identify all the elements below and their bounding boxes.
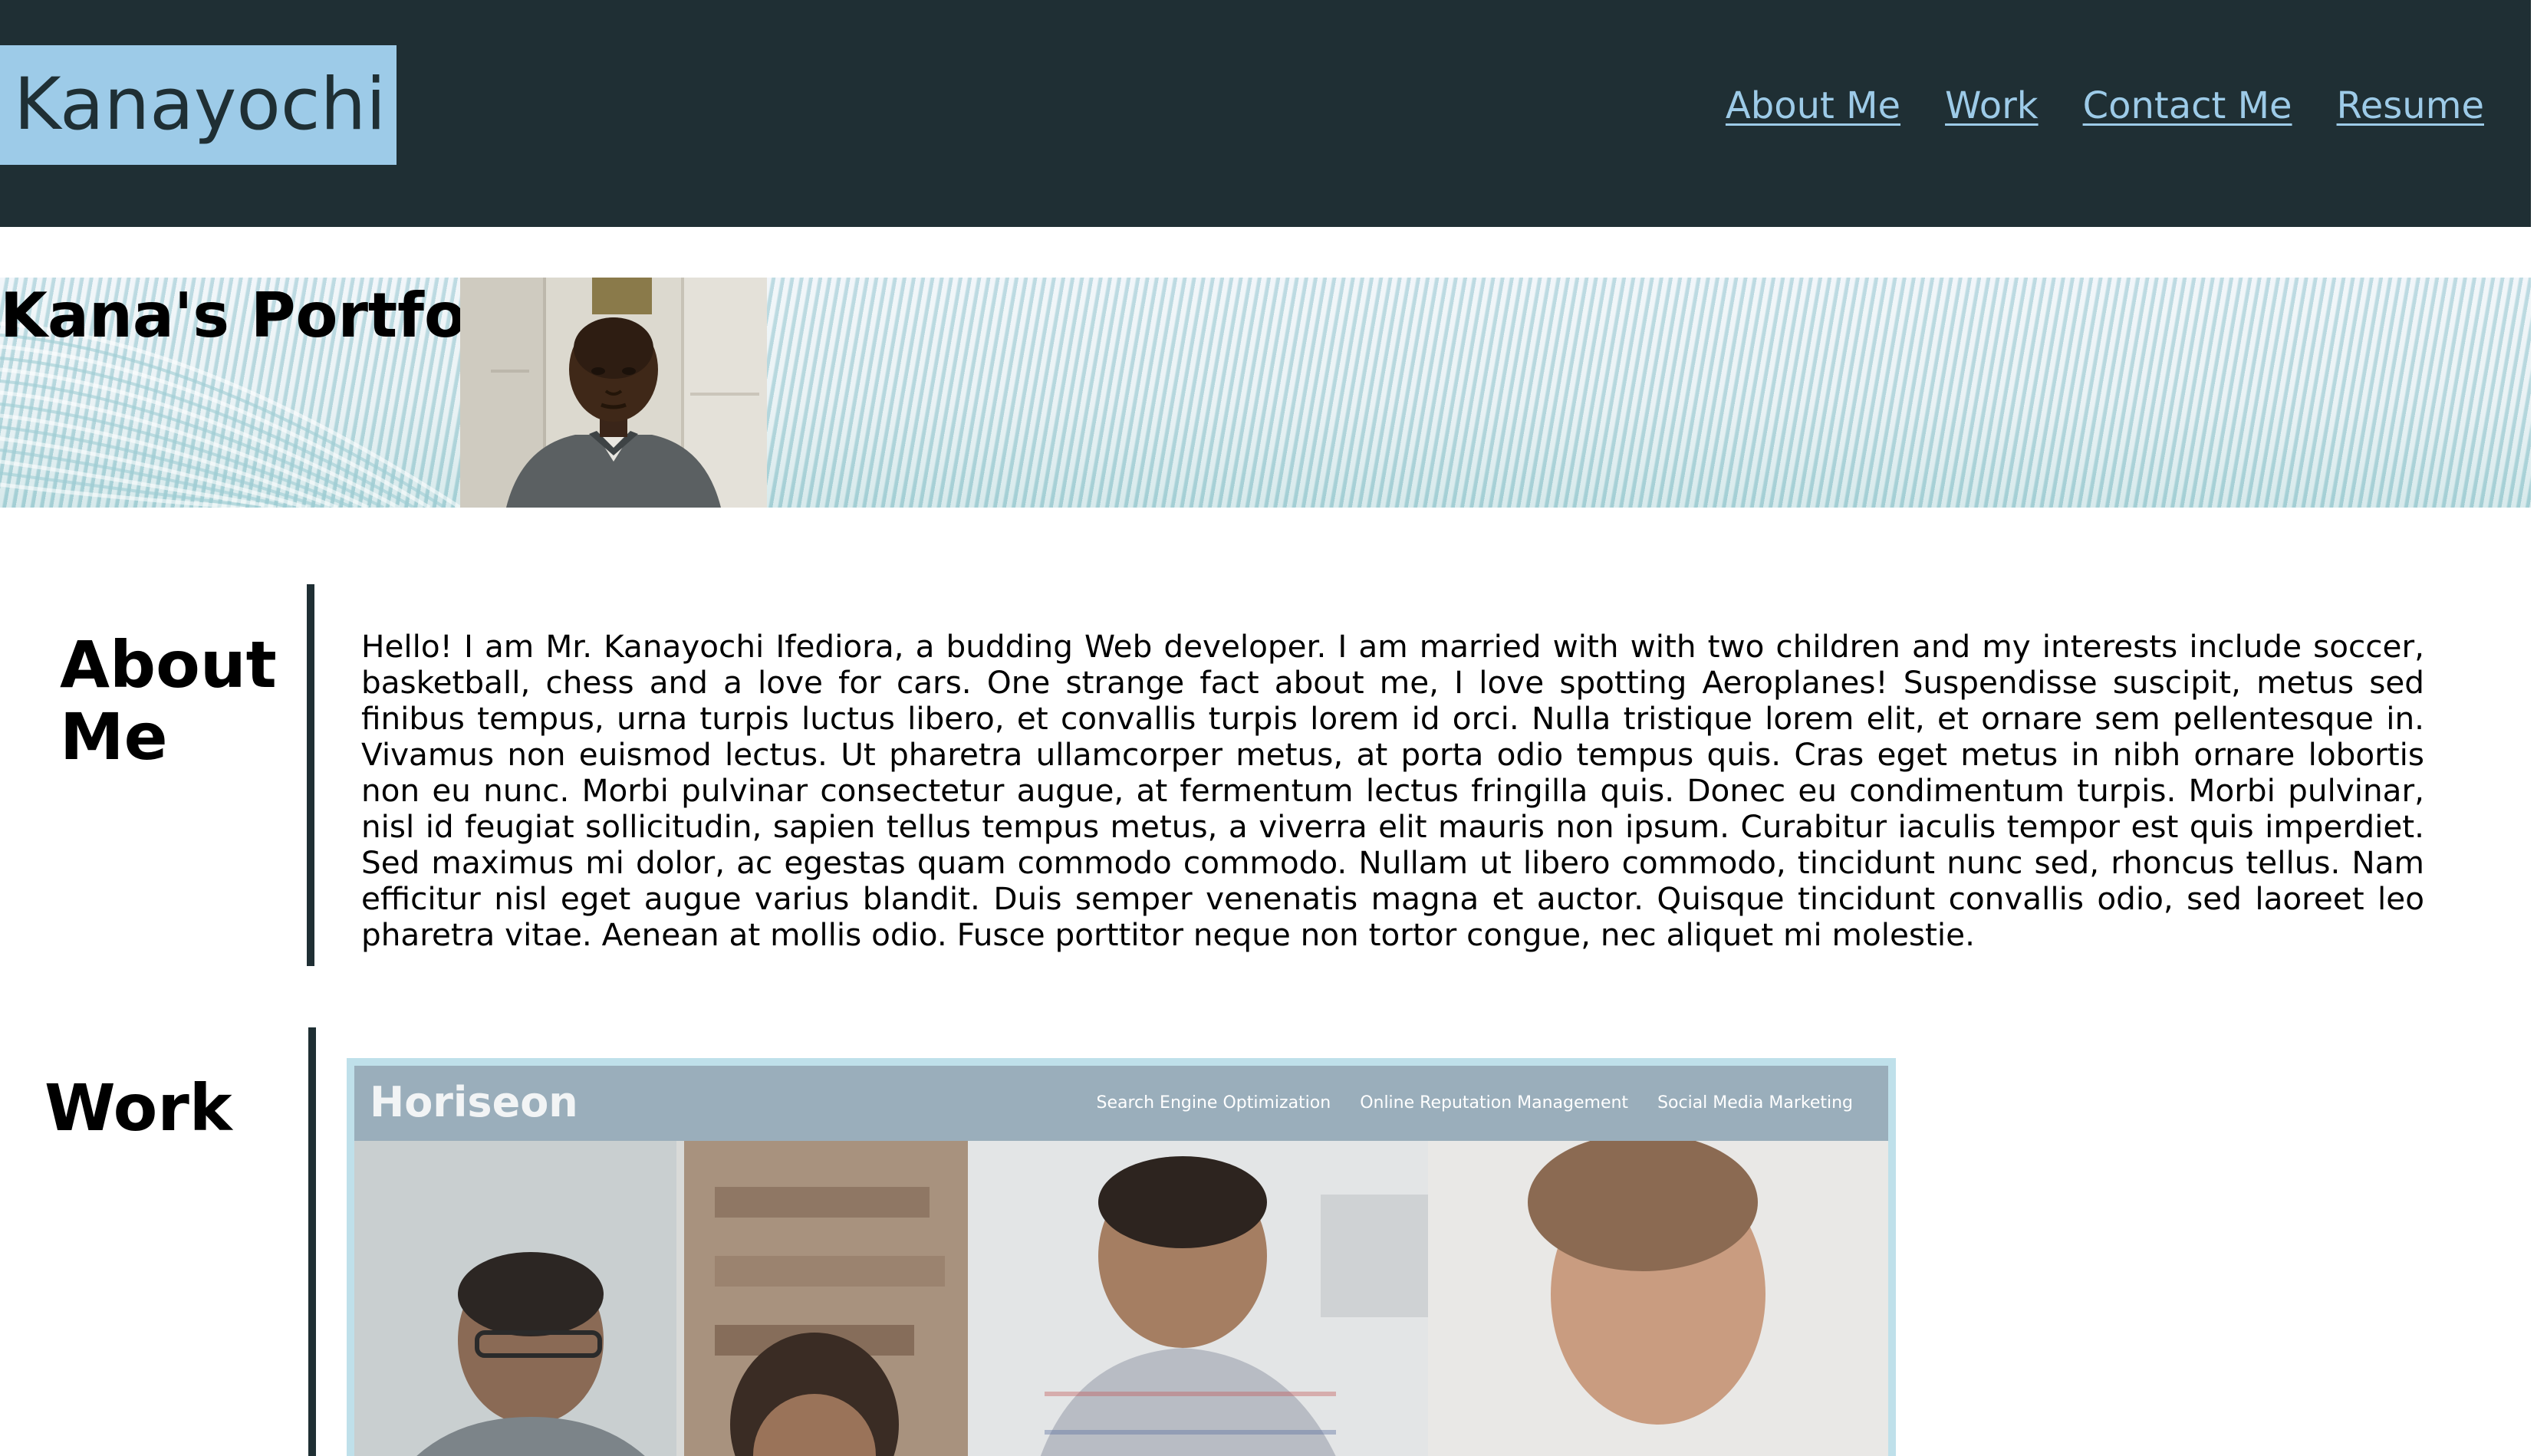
- project-nav: Search Engine Optimization Online Reputa…: [1096, 1093, 1853, 1113]
- project-header: Horiseon Search Engine Optimization Onli…: [354, 1066, 1888, 1141]
- site-logo[interactable]: Kanayochi: [0, 45, 397, 165]
- project-nav-item-social: Social Media Marketing: [1657, 1093, 1853, 1113]
- project-card[interactable]: Horiseon Search Engine Optimization Onli…: [347, 1058, 1896, 1456]
- site-header: Kanayochi About Me Work Contact Me Resum…: [0, 0, 2531, 227]
- main-nav: About Me Work Contact Me Resume: [1726, 84, 2484, 127]
- nav-link-about-me[interactable]: About Me: [1726, 84, 1900, 127]
- nav-link-work[interactable]: Work: [1945, 84, 2039, 127]
- project-brand: Horiseon: [370, 1078, 578, 1126]
- page: Kanayochi About Me Work Contact Me Resum…: [0, 0, 2547, 1456]
- hero-banner: Kana's Portfolio: [0, 278, 2531, 508]
- project-screenshot[interactable]: Horiseon Search Engine Optimization Onli…: [354, 1066, 1888, 1456]
- work-heading: Work: [44, 1070, 232, 1145]
- work-divider: [308, 1027, 316, 1456]
- project-hero-image: [354, 1133, 1888, 1456]
- about-paragraph: Hello! I am Mr. Kanayochi Ifediora, a bu…: [361, 628, 2424, 953]
- about-divider: [307, 584, 314, 966]
- project-nav-item-seo: Search Engine Optimization: [1096, 1093, 1331, 1113]
- profile-photo-icon: [460, 278, 767, 508]
- about-heading-text: About Me: [60, 627, 277, 774]
- project-nav-item-reputation: Online Reputation Management: [1360, 1093, 1629, 1113]
- nav-link-contact-me[interactable]: Contact Me: [2083, 84, 2292, 127]
- nav-link-resume[interactable]: Resume: [2337, 84, 2484, 127]
- about-heading: About Me: [60, 629, 277, 773]
